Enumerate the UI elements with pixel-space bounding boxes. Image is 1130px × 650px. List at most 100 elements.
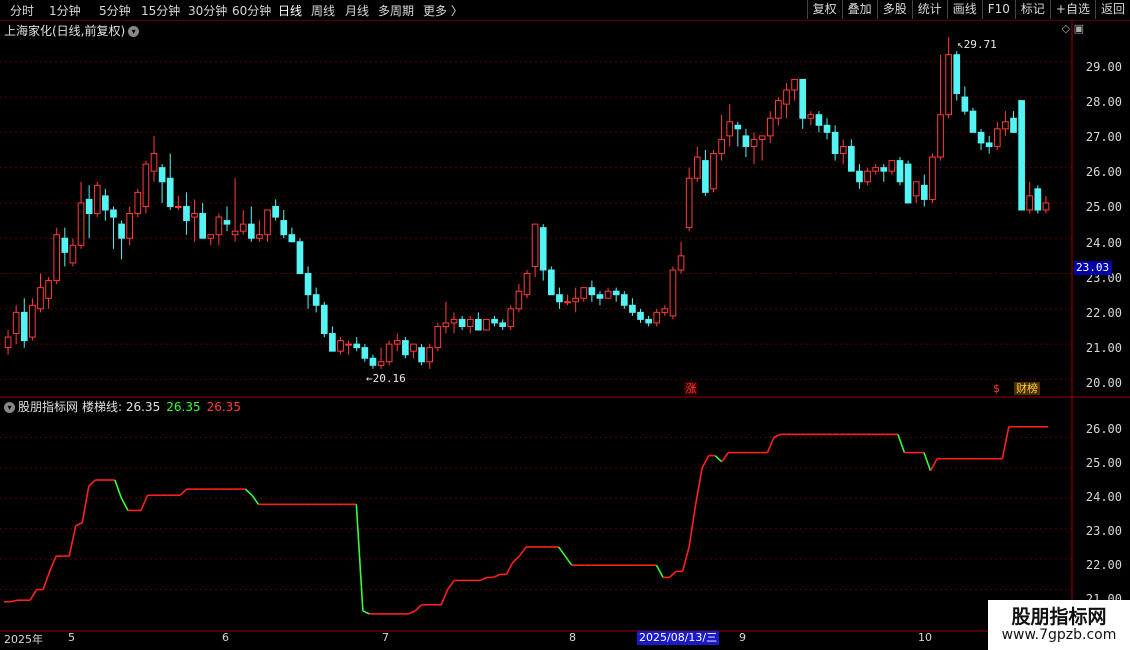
fuquan-button[interactable]: 复权 xyxy=(806,0,842,19)
candle-down xyxy=(458,318,466,327)
candle-up xyxy=(677,255,685,271)
period-15min[interactable]: 15分钟 xyxy=(141,2,180,19)
candle-up xyxy=(937,114,944,158)
indicator-segment xyxy=(493,573,501,579)
candle-up xyxy=(775,100,782,119)
candle-up xyxy=(604,290,612,299)
period-multi[interactable]: 多周期 xyxy=(378,2,414,19)
candle-down xyxy=(85,198,93,215)
candle-down xyxy=(110,209,117,218)
period-monthly[interactable]: 月线 xyxy=(345,2,369,19)
indicator-axis-label: 26.00 xyxy=(1085,422,1122,436)
candle-up xyxy=(564,301,571,304)
indicator-segment xyxy=(714,455,723,463)
dividend-marker[interactable]: $ xyxy=(993,382,1000,395)
candle-up xyxy=(434,325,442,349)
period-fenshi[interactable]: 分时 xyxy=(10,2,34,19)
indicator-value-red: 26.35 xyxy=(206,400,241,414)
candle-up xyxy=(93,184,101,215)
candle-up xyxy=(807,114,815,119)
period-5min[interactable]: 5分钟 xyxy=(99,2,131,19)
candle-down xyxy=(158,167,166,183)
watermark-title: 股朋指标网 xyxy=(1011,606,1107,628)
candle-up xyxy=(945,54,952,116)
candle-down xyxy=(734,124,742,130)
candle-down xyxy=(856,170,863,183)
limit-up-marker[interactable]: 涨 xyxy=(684,382,698,395)
candle-up xyxy=(191,213,198,218)
period-1min[interactable]: 1分钟 xyxy=(49,2,81,19)
candle-up xyxy=(872,167,880,172)
candle-up xyxy=(766,117,774,137)
candle-down xyxy=(369,357,377,366)
indicator-segment xyxy=(140,494,149,511)
statistics-button[interactable]: 统计 xyxy=(911,0,947,19)
candle-down xyxy=(418,347,425,363)
candle-down xyxy=(920,184,928,200)
candle-down xyxy=(799,78,807,119)
indicator-segment xyxy=(694,467,703,505)
candle-down xyxy=(166,177,174,207)
period-weekly[interactable]: 周线 xyxy=(311,2,335,19)
candle-up xyxy=(661,308,669,313)
back-button[interactable]: 返回 xyxy=(1094,0,1130,19)
candle-up xyxy=(580,287,588,299)
chevron-down-icon[interactable]: ▾ xyxy=(4,402,15,413)
staircase-indicator xyxy=(4,425,1048,615)
date-label: 8 xyxy=(569,631,576,644)
candle-down xyxy=(1034,188,1042,211)
add-watchlist-button[interactable]: +自选 xyxy=(1049,0,1095,19)
kline-chart[interactable] xyxy=(0,20,1130,650)
low-annotation: ←20.16 xyxy=(366,372,406,385)
indicator-segment xyxy=(355,504,364,611)
indicator-segment xyxy=(244,488,253,496)
finance-list-marker[interactable]: 财榜 xyxy=(1014,382,1040,395)
candle-up xyxy=(77,202,85,246)
current-price-tag: 23.03 xyxy=(1074,261,1112,275)
indicator-value-green: 26.35 xyxy=(166,400,201,414)
candle-up xyxy=(264,209,271,236)
candle-down xyxy=(629,304,636,313)
candle-up xyxy=(134,191,142,215)
indicator-segment xyxy=(251,494,260,505)
candle-down xyxy=(312,294,320,306)
multi-stock-button[interactable]: 多股 xyxy=(876,0,912,19)
candle-up xyxy=(531,223,539,267)
candle-down xyxy=(118,223,125,239)
candle-down xyxy=(637,311,644,320)
candle-down xyxy=(402,340,409,356)
indicator-segment xyxy=(688,504,697,548)
price-label: 25.00 xyxy=(1085,200,1122,214)
period-daily[interactable]: 日线 xyxy=(278,2,302,19)
indicator-segment xyxy=(414,604,423,612)
mark-button[interactable]: 标记 xyxy=(1014,0,1050,19)
toolbar-right-buttons: 复权 叠加 多股 统计 画线 F10 标记 +自选 返回 xyxy=(806,0,1130,20)
f10-button[interactable]: F10 xyxy=(981,0,1015,19)
candle-up xyxy=(483,318,490,331)
overlay-button[interactable]: 叠加 xyxy=(841,0,877,19)
candle-down xyxy=(702,160,709,193)
candle-down xyxy=(288,234,296,243)
period-30min[interactable]: 30分钟 xyxy=(188,2,227,19)
candle-down xyxy=(612,290,620,296)
period-60min[interactable]: 60分钟 xyxy=(232,2,271,19)
candle-down xyxy=(1010,117,1017,133)
indicator-segment xyxy=(721,452,729,463)
draw-line-button[interactable]: 画线 xyxy=(946,0,982,19)
candle-down xyxy=(320,304,328,335)
candle-up xyxy=(345,343,352,346)
candle-down xyxy=(475,318,482,331)
candle-down xyxy=(329,333,336,352)
candle-up xyxy=(1042,202,1050,211)
candle-down xyxy=(296,241,304,275)
period-more[interactable]: 更多 〉 xyxy=(423,2,463,19)
indicator-line-label: 楼梯线: 26.35 xyxy=(82,400,161,414)
indicator-title: ▾ 股朋指标网 楼梯线: 26.35 26.35 26.35 xyxy=(4,398,241,415)
indicator-segment xyxy=(518,546,527,557)
date-label: 2025年 xyxy=(4,633,43,646)
price-label: 22.00 xyxy=(1085,306,1122,320)
candle-up xyxy=(215,216,223,236)
candle-up xyxy=(426,347,434,363)
candle-up xyxy=(377,361,385,366)
candle-down xyxy=(499,322,507,327)
